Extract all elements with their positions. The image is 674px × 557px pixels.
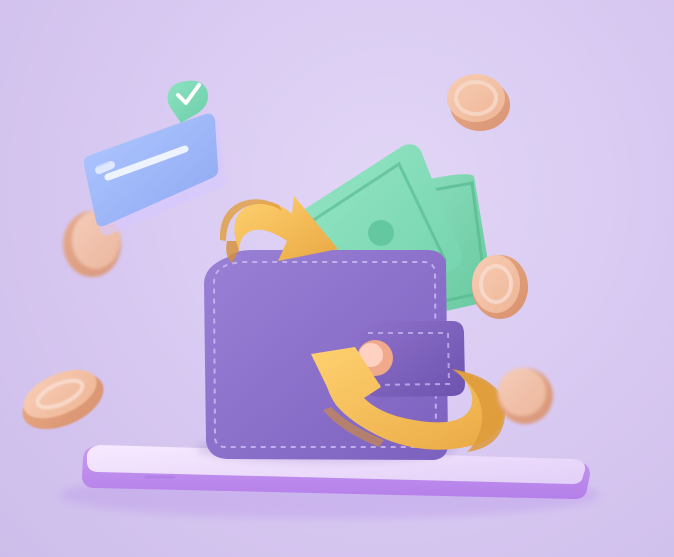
coin-icon: [22, 369, 104, 430]
coin-icon: [447, 74, 510, 131]
coin-icon: [497, 368, 553, 424]
coin-icon: [472, 255, 528, 319]
credit-card-icon: [83, 113, 226, 236]
illustration-canvas: [0, 0, 674, 557]
wallet-exchange-illustration: [22, 74, 600, 519]
